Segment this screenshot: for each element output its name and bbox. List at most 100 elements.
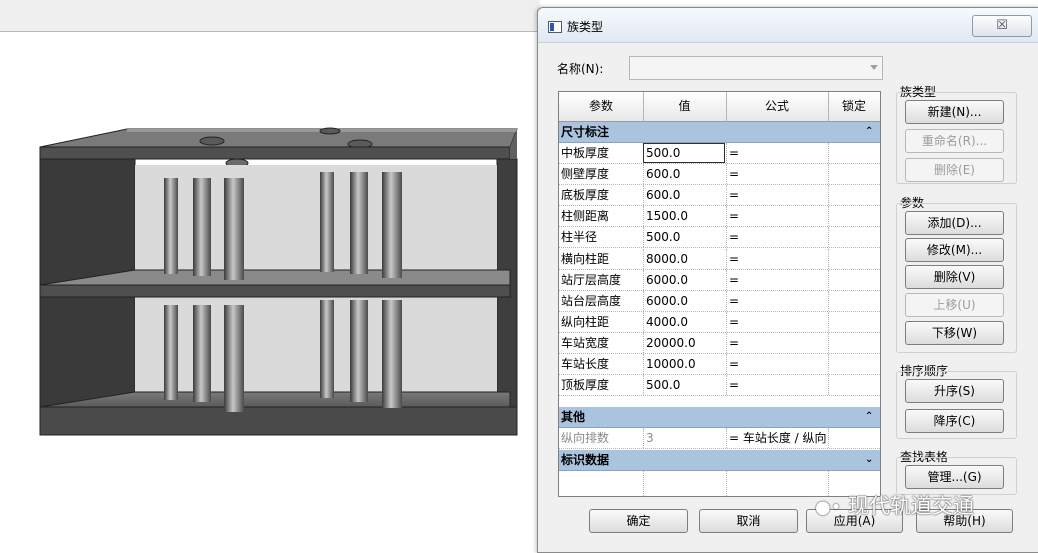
table-row[interactable]: 柱半径 500.0 = bbox=[559, 227, 880, 249]
table-row[interactable]: 站台层高度 6000.0 = bbox=[559, 290, 880, 312]
remove-parameter-button[interactable]: 删除(V) bbox=[905, 265, 1004, 289]
param-formula[interactable]: = bbox=[726, 332, 828, 353]
move-up-button[interactable]: 上移(U) bbox=[905, 293, 1004, 317]
column bbox=[320, 300, 334, 398]
column bbox=[193, 178, 211, 276]
param-value[interactable]: 10000.0 bbox=[643, 354, 725, 374]
param-formula[interactable]: = bbox=[726, 227, 828, 248]
wechat-icon: ●• bbox=[815, 497, 842, 518]
param-formula[interactable]: = bbox=[726, 290, 828, 311]
column bbox=[350, 300, 368, 402]
param-name: 横向柱距 bbox=[561, 251, 610, 266]
dialog-titlebar[interactable]: 族类型 ☒ bbox=[538, 8, 1038, 43]
param-value[interactable]: 20000.0 bbox=[643, 332, 725, 353]
header-parameter[interactable]: 参数 bbox=[559, 92, 644, 121]
delete-type-button[interactable]: 删除(E) bbox=[905, 158, 1004, 182]
lock-cell bbox=[828, 206, 879, 227]
param-formula[interactable]: = bbox=[726, 164, 828, 185]
top-opening bbox=[319, 127, 341, 135]
chevron-down-icon bbox=[870, 65, 878, 70]
param-value[interactable]: 6000.0 bbox=[643, 290, 725, 311]
header-formula[interactable]: 公式 bbox=[726, 92, 829, 121]
column bbox=[320, 172, 334, 272]
table-row[interactable]: 中板厚度 500.0 = bbox=[559, 143, 880, 164]
param-formula[interactable]: = bbox=[726, 354, 828, 374]
column bbox=[164, 305, 178, 400]
param-name: 车站宽度 bbox=[561, 335, 610, 350]
name-dropdown[interactable] bbox=[629, 56, 883, 80]
param-formula[interactable]: = bbox=[726, 375, 828, 396]
sort-ascending-button[interactable]: 升序(S) bbox=[905, 379, 1004, 403]
param-formula[interactable]: = bbox=[726, 269, 828, 290]
param-formula[interactable]: = bbox=[726, 185, 828, 206]
param-formula[interactable]: = 车站长度 / 纵向 bbox=[726, 428, 828, 448]
move-down-button[interactable]: 下移(W) bbox=[905, 321, 1004, 345]
param-value[interactable]: 8000.0 bbox=[643, 248, 725, 269]
param-name: 纵向柱距 bbox=[561, 314, 610, 329]
table-row[interactable]: 纵向柱距 4000.0 = bbox=[559, 311, 880, 333]
group-other[interactable]: 其他 ⌃ bbox=[559, 407, 880, 428]
close-button[interactable]: ☒ bbox=[972, 15, 1032, 37]
column bbox=[382, 172, 402, 278]
group-label: 其他 bbox=[561, 410, 586, 424]
param-value[interactable]: 1500.0 bbox=[643, 206, 725, 227]
param-formula[interactable]: = bbox=[726, 311, 828, 332]
manage-lookup-button[interactable]: 管理...(G) bbox=[905, 465, 1004, 489]
table-row[interactable]: 纵向排数 3 = 车站长度 / 纵向 bbox=[559, 428, 880, 449]
name-label: 名称(N): bbox=[557, 62, 604, 76]
table-row[interactable]: 底板厚度 600.0 = bbox=[559, 185, 880, 207]
column bbox=[193, 305, 211, 402]
sort-descending-button[interactable]: 降序(C) bbox=[905, 409, 1004, 433]
param-name: 中板厚度 bbox=[561, 146, 610, 160]
param-value[interactable]: 6000.0 bbox=[643, 269, 725, 290]
table-row[interactable]: 横向柱距 8000.0 = bbox=[559, 248, 880, 270]
column bbox=[164, 178, 178, 274]
header-lock[interactable]: 锁定 bbox=[828, 92, 880, 121]
header-value[interactable]: 值 bbox=[643, 92, 727, 121]
table-row[interactable]: 车站长度 10000.0 = bbox=[559, 354, 880, 375]
lock-cell bbox=[828, 227, 879, 248]
lock-cell bbox=[828, 311, 879, 332]
param-value[interactable]: 4000.0 bbox=[643, 311, 725, 332]
param-value[interactable]: 500.0 bbox=[643, 143, 725, 163]
add-parameter-button[interactable]: 添加(D)... bbox=[905, 211, 1004, 235]
table-row[interactable]: 站厅层高度 6000.0 = bbox=[559, 269, 880, 291]
group-dimensions[interactable]: 尺寸标注 ⌃ bbox=[559, 122, 880, 143]
param-formula[interactable]: = bbox=[726, 206, 828, 227]
family-types-dialog: 族类型 ☒ 名称(N): 参数 值 公式 锁定 尺寸标注 ⌃ 中板厚度 500.0… bbox=[537, 7, 1038, 553]
3d-viewport[interactable] bbox=[0, 32, 540, 551]
collapse-icon[interactable]: ⌃ bbox=[865, 407, 873, 427]
dialog-title: 族类型 bbox=[567, 20, 604, 34]
table-row[interactable]: 车站宽度 20000.0 = bbox=[559, 332, 880, 354]
collapse-icon[interactable]: ⌃ bbox=[865, 122, 873, 142]
param-value[interactable]: 500.0 bbox=[643, 375, 725, 396]
param-name: 站厅层高度 bbox=[561, 272, 622, 287]
group-identity[interactable]: 标识数据 ⌄ bbox=[559, 450, 880, 471]
dialog-app-icon bbox=[548, 21, 562, 33]
param-formula[interactable]: = bbox=[726, 143, 828, 163]
lock-cell bbox=[828, 143, 879, 163]
param-value[interactable]: 500.0 bbox=[643, 227, 725, 248]
table-row[interactable]: 侧壁厚度 600.0 = bbox=[559, 164, 880, 186]
table-row[interactable]: 顶板厚度 500.0 = bbox=[559, 375, 880, 397]
param-name: 顶板厚度 bbox=[561, 378, 610, 393]
table-header: 参数 值 公式 锁定 bbox=[559, 92, 880, 122]
modify-parameter-button[interactable]: 修改(M)... bbox=[905, 238, 1004, 262]
new-type-button[interactable]: 新建(N)... bbox=[905, 100, 1004, 124]
param-value[interactable]: 600.0 bbox=[643, 185, 725, 206]
column bbox=[224, 305, 244, 412]
lock-cell bbox=[828, 164, 879, 185]
watermark: ●• 现代轨道交通 bbox=[815, 490, 974, 520]
cancel-button[interactable]: 取消 bbox=[699, 509, 798, 533]
rename-type-button[interactable]: 重命名(R)... bbox=[905, 129, 1004, 153]
group-label: 标识数据 bbox=[561, 453, 610, 467]
column bbox=[224, 178, 244, 280]
expand-icon[interactable]: ⌄ bbox=[865, 450, 873, 470]
param-name: 柱半径 bbox=[561, 230, 598, 245]
param-name: 底板厚度 bbox=[561, 188, 610, 203]
ok-button[interactable]: 确定 bbox=[589, 509, 688, 533]
param-value[interactable]: 600.0 bbox=[643, 164, 725, 185]
param-value[interactable]: 3 bbox=[643, 428, 725, 448]
param-formula[interactable]: = bbox=[726, 248, 828, 269]
table-row[interactable]: 柱侧距离 1500.0 = bbox=[559, 206, 880, 228]
